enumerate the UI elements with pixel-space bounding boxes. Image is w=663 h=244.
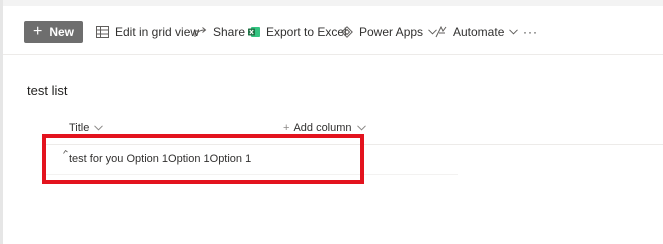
- automate-label: Automate: [453, 25, 505, 39]
- add-column-button[interactable]: + Add column: [283, 122, 366, 134]
- top-edge: [3, 0, 663, 6]
- edit-in-grid-view-label: Edit in grid view: [115, 25, 200, 39]
- share-icon: [194, 27, 207, 37]
- excel-icon: [248, 27, 260, 37]
- edit-in-grid-view-button[interactable]: Edit in grid view: [96, 22, 199, 42]
- column-header-title-label: Title: [69, 122, 90, 134]
- chevron-down-icon: [94, 125, 104, 131]
- column-header-title[interactable]: Title: [69, 122, 104, 134]
- grid-icon: [96, 26, 109, 38]
- plus-icon: +: [32, 23, 43, 40]
- power-apps-icon: [341, 26, 353, 38]
- export-to-excel-label: Export to Excel: [266, 25, 347, 39]
- list-title: test list: [27, 83, 68, 98]
- sharepoint-list-page: + New Edit in grid view Share Export to …: [0, 0, 663, 244]
- new-button[interactable]: + New: [24, 21, 83, 43]
- export-to-excel-button[interactable]: Export to Excel: [248, 22, 347, 42]
- power-apps-menu[interactable]: Power Apps: [341, 22, 443, 42]
- automate-menu[interactable]: Automate: [435, 22, 524, 42]
- chevron-down-icon: [356, 125, 366, 131]
- highlight-annotation-box: [42, 134, 364, 184]
- chevron-down-icon: [509, 29, 519, 35]
- command-bar-divider: [3, 54, 663, 55]
- new-button-label: New: [49, 25, 75, 39]
- share-button[interactable]: Share: [194, 22, 245, 42]
- share-label: Share: [213, 25, 246, 39]
- ellipsis-icon: ···: [523, 25, 538, 39]
- more-options-button[interactable]: ···: [523, 22, 538, 42]
- add-column-plus-icon: +: [283, 122, 290, 134]
- automate-icon: [435, 26, 447, 38]
- power-apps-label: Power Apps: [359, 25, 424, 39]
- left-edge: [0, 0, 3, 244]
- add-column-label: Add column: [293, 122, 352, 134]
